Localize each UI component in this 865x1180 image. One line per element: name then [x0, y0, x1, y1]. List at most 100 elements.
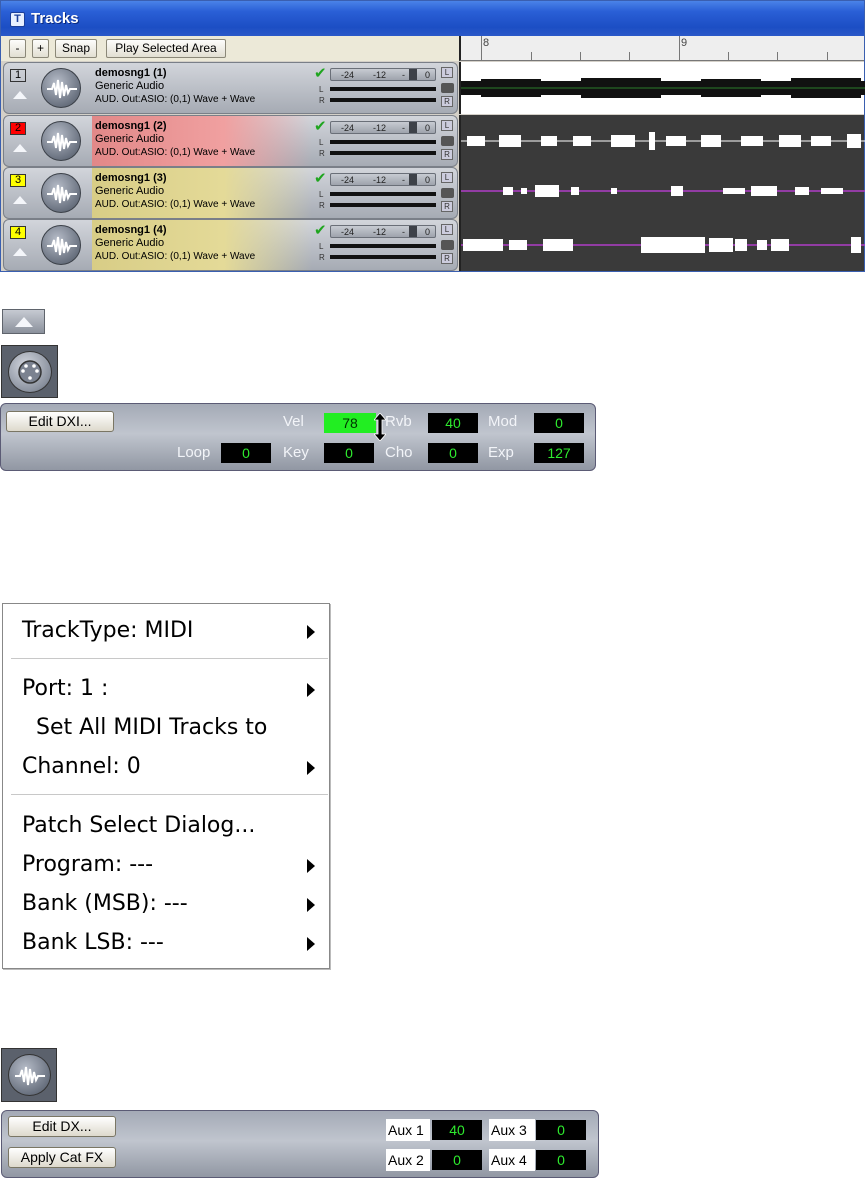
menu-item-bank-lsb[interactable]: Bank LSB: ---	[22, 930, 164, 956]
pan-knob[interactable]	[441, 240, 454, 250]
zoom-out-button[interactable]: -	[9, 39, 26, 58]
volume-thumb[interactable]	[409, 174, 417, 185]
play-selected-area-button[interactable]: Play Selected Area	[106, 39, 226, 58]
track-output[interactable]: AUD. Out:ASIO: (0,1) Wave + Wave	[95, 94, 255, 106]
vel-value[interactable]: 78	[324, 413, 376, 433]
checkmark-icon[interactable]: ✔	[314, 66, 327, 81]
track-name[interactable]: demosng1 (1)	[95, 67, 167, 80]
checkmark-icon[interactable]: ✔	[314, 171, 327, 186]
cho-value[interactable]: 0	[428, 443, 478, 463]
audio-track-icon[interactable]	[41, 121, 81, 161]
pan-right[interactable]: R	[441, 149, 453, 160]
audio-track-icon-box[interactable]	[1, 1048, 57, 1102]
timeline-ruler[interactable]: 8 9	[459, 36, 864, 61]
pan-knob[interactable]	[441, 188, 454, 198]
ruler-mark-9: 9	[681, 37, 688, 49]
zoom-in-button[interactable]: +	[32, 39, 49, 58]
volume-slider[interactable]: -24 -12 - 0	[330, 225, 436, 238]
collapse-arrow-icon[interactable]	[13, 248, 27, 256]
track-header[interactable]: 1 demosng1 (1) Generic Audio AUD. Out:AS…	[3, 62, 458, 114]
menu-item-program[interactable]: Program: ---	[22, 852, 153, 878]
apply-cat-fx-button[interactable]: Apply Cat FX	[8, 1147, 116, 1168]
track-header[interactable]: 4 demosng1 (4) Generic Audio AUD. Out:AS…	[3, 219, 458, 271]
volume-slider[interactable]: -24 -12 - 0	[330, 68, 436, 81]
edit-dxi-button[interactable]: Edit DXI...	[6, 411, 114, 432]
waveform-track-3[interactable]	[459, 167, 865, 219]
mod-value[interactable]: 0	[534, 413, 584, 433]
edit-dx-button[interactable]: Edit DX...	[8, 1116, 116, 1137]
waveform-track-2[interactable]	[459, 115, 865, 167]
menu-item-port[interactable]: Port: 1 :	[22, 676, 108, 702]
rvb-value[interactable]: 40	[428, 413, 478, 433]
mod-label: Mod	[488, 413, 518, 430]
midi-track-icon-box[interactable]	[1, 345, 58, 398]
checkmark-icon[interactable]: ✔	[314, 119, 327, 134]
track-output[interactable]: AUD. Out:ASIO: (0,1) Wave + Wave	[95, 147, 255, 159]
waveform-track-1[interactable]	[459, 62, 865, 114]
menu-item-set-all-midi[interactable]: Set All MIDI Tracks to	[36, 715, 267, 741]
pan-left[interactable]: L	[441, 172, 453, 183]
menu-item-channel[interactable]: Channel: 0	[22, 754, 141, 780]
checkmark-icon[interactable]: ✔	[314, 223, 327, 238]
aux2-value[interactable]: 0	[432, 1150, 482, 1170]
track-type: Generic Audio	[95, 237, 165, 249]
volume-thumb[interactable]	[409, 122, 417, 133]
snap-button[interactable]: Snap	[55, 39, 97, 58]
collapse-arrow-icon[interactable]	[13, 196, 27, 204]
track-row-4[interactable]: 4 demosng1 (4) Generic Audio AUD. Out:AS…	[1, 219, 865, 272]
audio-track-icon[interactable]	[41, 225, 81, 265]
track-info[interactable]: demosng1 (1) Generic Audio AUD. Out:ASIO…	[92, 63, 312, 113]
track-number[interactable]: 2	[10, 122, 26, 135]
submenu-arrow-icon	[307, 761, 315, 775]
pan-left[interactable]: L	[441, 224, 453, 235]
collapse-arrow-icon[interactable]	[13, 91, 27, 99]
pan-right[interactable]: R	[441, 201, 453, 212]
pan-left[interactable]: L	[441, 67, 453, 78]
track-name[interactable]: demosng1 (2)	[95, 120, 167, 133]
menu-item-bank-msb[interactable]: Bank (MSB): ---	[22, 891, 188, 917]
volume-slider[interactable]: -24 -12 - 0	[330, 173, 436, 186]
track-header[interactable]: 2 demosng1 (2) Generic Audio AUD. Out:AS…	[3, 115, 458, 167]
aux4-value[interactable]: 0	[536, 1150, 586, 1170]
volume-thumb[interactable]	[409, 226, 417, 237]
track-info[interactable]: demosng1 (3) Generic Audio AUD. Out:ASIO…	[92, 168, 312, 218]
exp-value[interactable]: 127	[534, 443, 584, 463]
menu-item-patch-select[interactable]: Patch Select Dialog...	[22, 813, 255, 839]
track-number[interactable]: 4	[10, 226, 26, 239]
collapse-up-button[interactable]	[2, 309, 45, 334]
track-output[interactable]: AUD. Out:ASIO: (0,1) Wave + Wave	[95, 199, 255, 211]
key-value[interactable]: 0	[324, 443, 374, 463]
track-name[interactable]: demosng1 (4)	[95, 224, 167, 237]
submenu-arrow-icon	[307, 625, 315, 639]
pan-knob[interactable]	[441, 136, 454, 146]
track-header[interactable]: 3 demosng1 (3) Generic Audio AUD. Out:AS…	[3, 167, 458, 219]
pan-left[interactable]: L	[441, 120, 453, 131]
rvb-label: Rvb	[385, 413, 412, 430]
menu-item-track-type[interactable]: TrackType: MIDI	[22, 618, 193, 644]
track-name[interactable]: demosng1 (3)	[95, 172, 167, 185]
waveform-track-4[interactable]	[459, 219, 865, 271]
pan-right[interactable]: R	[441, 96, 453, 107]
audio-track-icon[interactable]	[41, 68, 81, 108]
volume-slider[interactable]: -24 -12 - 0	[330, 121, 436, 134]
audio-track-icon[interactable]	[41, 173, 81, 213]
aux3-value[interactable]: 0	[536, 1120, 586, 1140]
track-output[interactable]: AUD. Out:ASIO: (0,1) Wave + Wave	[95, 251, 255, 263]
vol-mark: -	[402, 70, 405, 80]
loop-label: Loop	[177, 444, 211, 461]
track-number[interactable]: 1	[10, 69, 26, 82]
collapse-arrow-icon[interactable]	[13, 144, 27, 152]
vol-mark: -24	[341, 70, 355, 80]
track-info[interactable]: demosng1 (2) Generic Audio AUD. Out:ASIO…	[92, 116, 312, 166]
track-row-3[interactable]: 3 demosng1 (3) Generic Audio AUD. Out:AS…	[1, 167, 865, 220]
track-row-1[interactable]: 1 demosng1 (1) Generic Audio AUD. Out:AS…	[1, 62, 865, 115]
aux1-value[interactable]: 40	[432, 1120, 482, 1140]
pan-knob[interactable]	[441, 83, 454, 93]
loop-value[interactable]: 0	[221, 443, 271, 463]
track-info[interactable]: demosng1 (4) Generic Audio AUD. Out:ASIO…	[92, 220, 312, 270]
pan-right[interactable]: R	[441, 253, 453, 264]
volume-thumb[interactable]	[409, 69, 417, 80]
title-bar[interactable]: T Tracks	[1, 1, 864, 36]
track-number[interactable]: 3	[10, 174, 26, 187]
track-row-2[interactable]: 2 demosng1 (2) Generic Audio AUD. Out:AS…	[1, 115, 865, 168]
